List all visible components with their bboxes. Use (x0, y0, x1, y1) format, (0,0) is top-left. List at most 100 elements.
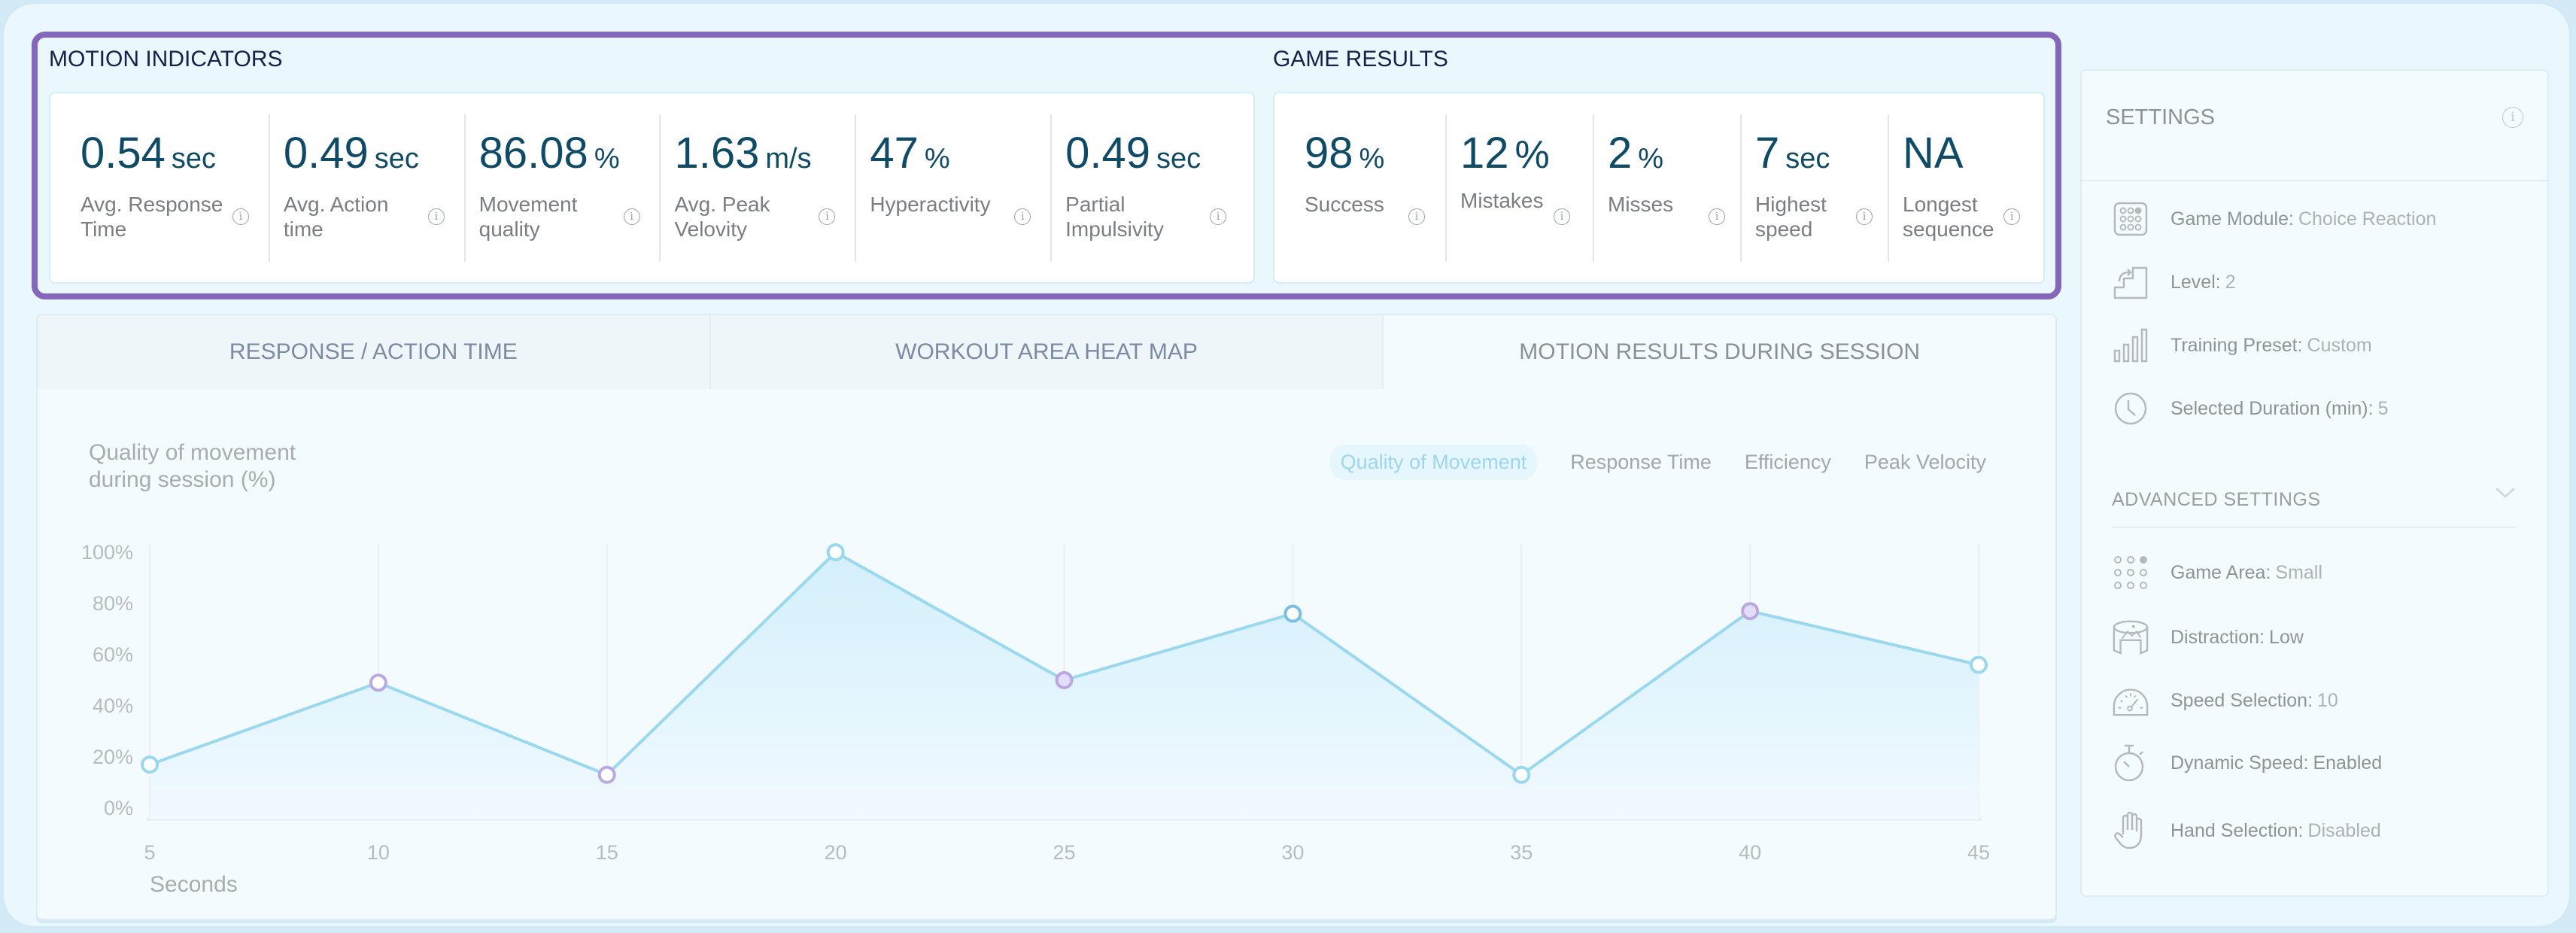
metric-value: 12 (1460, 129, 1509, 178)
advanced-settings-header[interactable]: ADVANCED SETTINGS (2112, 470, 2517, 528)
setting-value: 10 (2317, 689, 2338, 711)
metric-highest-speed: 7 sec Highest speed i (1740, 114, 1888, 262)
info-icon[interactable]: i (819, 208, 836, 225)
setting-distraction: Distraction: Low (2112, 618, 2304, 656)
y-axis: 0% 20% 40% 60% 80% 100% (81, 541, 133, 819)
data-point (1741, 602, 1760, 621)
setting-training-preset: Training Preset: Custom (2112, 327, 2372, 364)
motion-indicators-title: MOTION INDICATORS (49, 47, 283, 71)
data-point (597, 765, 616, 784)
metric-avg-peak-velocity: 1.63 m/s Avg. Peak Velovity i (659, 114, 855, 262)
metric-label: Longest sequence (1903, 193, 1994, 241)
setting-value: Low (2269, 626, 2304, 648)
speedometer-icon (2112, 682, 2149, 719)
setting-key: Game Module: (2170, 208, 2294, 229)
setting-speed-selection: Speed Selection: 10 (2112, 682, 2338, 719)
settings-title: SETTINGS (2106, 105, 2216, 129)
info-icon[interactable]: i (1408, 208, 1425, 225)
setting-value: Small (2275, 561, 2322, 583)
info-icon[interactable]: i (623, 208, 640, 225)
setting-value: Choice Reaction (2298, 208, 2437, 229)
x-axis: 5 10 15 20 25 30 35 40 45 (144, 841, 1990, 864)
metric-success: 98% Success i (1274, 114, 1445, 262)
x-tick-label: 30 (1281, 841, 1304, 864)
metric-unit: % (1514, 133, 1550, 177)
game-results-title: GAME RESULTS (1273, 47, 1448, 71)
metric-value: 7 (1755, 129, 1780, 178)
setting-key: Dynamic Speed: (2170, 752, 2309, 773)
motion-indicators-card: 0.54 sec Avg. Response Time i 0.49 sec Avg… (49, 92, 1255, 284)
metric-label: Mistakes (1460, 189, 1544, 212)
metric-label: Avg. Action time (283, 193, 389, 241)
info-icon[interactable]: i (2502, 107, 2523, 128)
setting-key: Training Preset: (2170, 334, 2303, 356)
setting-value: Enabled (2313, 752, 2383, 773)
data-point (826, 543, 845, 561)
level-stairs-icon (2112, 263, 2149, 301)
metric-unit: sec (374, 143, 419, 175)
x-tick-label: 5 (144, 841, 155, 864)
setting-value: 2 (2225, 271, 2236, 293)
metric-label: Movement quality (478, 193, 578, 241)
metric-label: Avg. Peak Velovity (674, 193, 770, 241)
metric-unit: % (1359, 143, 1385, 175)
metric-unit: % (1638, 143, 1664, 175)
setting-key: Game Area: (2170, 561, 2271, 583)
info-icon[interactable]: i (427, 208, 445, 225)
game-module-icon (2112, 200, 2149, 238)
metric-value: 98 (1305, 129, 1353, 178)
metric-longest-sequence: NA Longest sequence i (1888, 114, 2038, 262)
metric-unit: sec (171, 143, 217, 175)
metric-label: Hyperactivity (870, 193, 991, 216)
y-tick-label: 80% (93, 592, 133, 615)
metric-value: NA (1903, 129, 1964, 178)
info-icon[interactable]: i (232, 208, 249, 225)
info-icon[interactable]: i (1014, 208, 1031, 225)
hand-icon (2112, 812, 2149, 849)
metric-avg-action-time: 0.49 sec Avg. Action time i (268, 114, 464, 262)
setting-key: Speed Selection: (2170, 689, 2313, 711)
metric-partial-impulsivity: 0.49 sec Partial Impulsivity i (1050, 114, 1253, 262)
metric-label: Misses (1608, 193, 1674, 216)
metric-value: 86.08 (478, 129, 588, 178)
y-tick-label: 20% (93, 746, 133, 768)
data-point (141, 755, 159, 774)
metric-avg-response-time: 0.54 sec Avg. Response Time i (50, 114, 269, 262)
game-area-dots-icon (2112, 554, 2149, 591)
x-axis-label: Seconds (150, 872, 238, 897)
setting-game-area: Game Area: Small (2112, 554, 2322, 591)
info-icon[interactable]: i (2003, 208, 2020, 225)
info-icon[interactable]: i (1554, 208, 1570, 225)
info-icon[interactable]: i (1709, 208, 1725, 225)
setting-selected-duration: Selected Duration (min): 5 (2112, 390, 2388, 427)
metric-misses: 2% Misses i (1593, 114, 1740, 262)
chevron-down-icon[interactable] (2495, 486, 2516, 500)
x-tick-label: 45 (1967, 841, 1990, 864)
info-icon[interactable]: i (1210, 208, 1227, 225)
setting-game-module: Game Module: Choice Reaction (2112, 200, 2436, 238)
setting-dynamic-speed: Dynamic Speed: Enabled (2112, 744, 2382, 782)
x-tick-label: 35 (1510, 841, 1533, 864)
x-tick-label: 25 (1053, 841, 1075, 864)
training-preset-bars-icon (2112, 327, 2149, 364)
metric-hyperactivity: 47% Hyperactivity i (855, 114, 1050, 262)
y-tick-label: 60% (93, 643, 133, 666)
setting-value: Disabled (2307, 819, 2381, 841)
advanced-settings-title: ADVANCED SETTINGS (2112, 489, 2321, 510)
y-tick-label: 0% (104, 797, 133, 819)
metric-mistakes: 12% Mistakes i (1445, 114, 1593, 262)
metric-label: Partial Impulsivity (1065, 193, 1164, 241)
quality-of-movement-chart: 0% 20% 40% 60% 80% 100% 5 10 15 20 25 30 35 40 45 Sec… (81, 541, 1990, 897)
metric-unit: sec (1785, 143, 1830, 175)
metric-unit: % (594, 143, 620, 175)
setting-key: Level: (2170, 271, 2221, 293)
metric-unit: sec (1156, 143, 1201, 175)
game-results-card: 98% Success i 12% Mistakes i 2% Misses i… (1273, 92, 2045, 284)
settings-header: SETTINGS i (2082, 71, 2547, 181)
metric-label: Avg. Response Time (80, 193, 223, 241)
metric-label: Highest speed (1755, 193, 1827, 241)
info-icon[interactable]: i (1856, 208, 1873, 225)
y-tick-label: 40% (93, 694, 133, 717)
metric-label: Success (1305, 193, 1384, 216)
data-point (1970, 655, 1988, 674)
